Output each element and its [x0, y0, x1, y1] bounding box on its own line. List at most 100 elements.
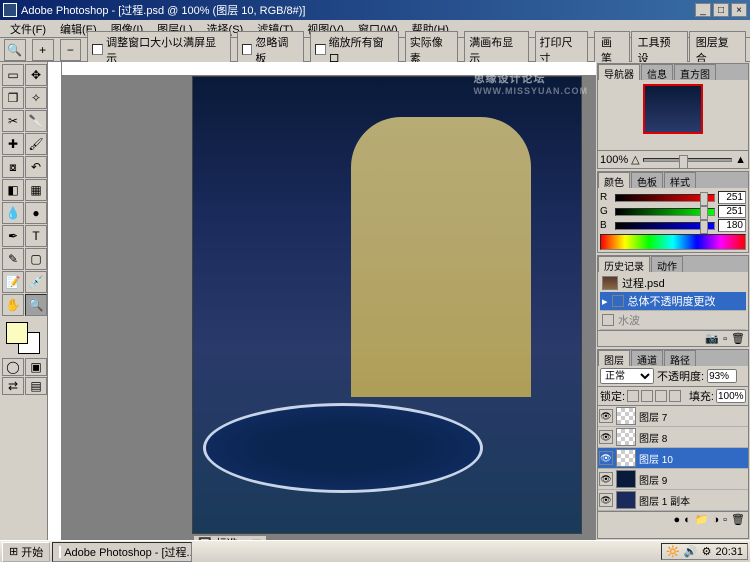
- taskbar: ⊞ 开始 Adobe Photoshop - [过程... 🔆 🔊 ⚙ 20:3…: [0, 540, 750, 562]
- stamp-tool[interactable]: ⧇: [2, 156, 24, 178]
- minimize-button[interactable]: _: [695, 3, 711, 17]
- navigator-thumbnail[interactable]: [643, 84, 703, 134]
- snapshot-thumb-icon: [602, 276, 618, 290]
- b-value[interactable]: 180: [718, 219, 746, 232]
- zoom-tool[interactable]: 🔍: [25, 294, 47, 316]
- color-swatch[interactable]: [2, 320, 45, 356]
- screenmode2-button[interactable]: ▤: [25, 377, 47, 395]
- screenmode-button[interactable]: ▣: [25, 358, 47, 376]
- trash-icon[interactable]: 🗑: [731, 332, 745, 345]
- r-value[interactable]: 251: [718, 191, 746, 204]
- blend-mode-select[interactable]: 正常: [600, 368, 654, 384]
- new-layer-icon[interactable]: ▫: [723, 514, 727, 526]
- visibility-icon[interactable]: 👁: [599, 472, 613, 486]
- r-slider[interactable]: [615, 194, 715, 202]
- tab-layers[interactable]: 图层: [598, 350, 630, 366]
- nav-zoom-value[interactable]: 100%: [600, 154, 628, 166]
- gradient-tool[interactable]: ▦: [25, 179, 47, 201]
- tab-info[interactable]: 信息: [641, 64, 673, 80]
- system-tray[interactable]: 🔆 🔊 ⚙ 20:31: [661, 543, 748, 560]
- document-canvas[interactable]: 🔲 标准 ◐ ▣: [192, 76, 582, 534]
- adjustment-icon[interactable]: ◑: [712, 514, 719, 526]
- zoom-out-button[interactable]: −: [60, 39, 82, 61]
- new-snapshot-icon[interactable]: 📷: [705, 332, 719, 345]
- layer-row[interactable]: 👁图层 8: [598, 427, 748, 448]
- brush-tool[interactable]: 🖌: [25, 133, 47, 155]
- tab-swatches[interactable]: 色板: [631, 172, 663, 188]
- layer-row[interactable]: 👁图层 9: [598, 469, 748, 490]
- notes-tool[interactable]: 📝: [2, 271, 24, 293]
- lock-all-icon[interactable]: [669, 390, 681, 402]
- path-tool[interactable]: ✒: [2, 225, 24, 247]
- eyedropper-tool[interactable]: 💉: [25, 271, 47, 293]
- dodge-tool[interactable]: ●: [25, 202, 47, 224]
- tray-icon[interactable]: ⚙: [702, 545, 712, 558]
- tray-icon[interactable]: 🔆: [666, 545, 680, 558]
- maximize-button[interactable]: □: [713, 3, 729, 17]
- opacity-input[interactable]: [707, 369, 737, 383]
- start-button[interactable]: ⊞ 开始: [2, 542, 50, 562]
- layer-mask-icon[interactable]: ◐: [684, 514, 691, 526]
- history-item[interactable]: 水波: [600, 311, 746, 330]
- new-doc-icon[interactable]: ▫: [723, 333, 727, 345]
- tray-icon[interactable]: 🔊: [684, 545, 698, 558]
- g-value[interactable]: 251: [718, 205, 746, 218]
- shape-tool[interactable]: ▢: [25, 248, 47, 270]
- tab-color[interactable]: 颜色: [598, 172, 630, 188]
- fill-input[interactable]: [716, 389, 746, 403]
- hand-tool[interactable]: ✋: [2, 294, 24, 316]
- lock-paint-icon[interactable]: [641, 390, 653, 402]
- lasso-tool[interactable]: ❐: [2, 87, 24, 109]
- color-spectrum[interactable]: [600, 234, 746, 250]
- zoom-in-button[interactable]: +: [32, 39, 54, 61]
- layer-row[interactable]: 👁图层 10: [598, 448, 748, 469]
- history-item[interactable]: ▸ 总体不透明度更改: [600, 292, 746, 311]
- taskbar-app-button[interactable]: Adobe Photoshop - [过程...: [52, 542, 192, 562]
- tab-navigator[interactable]: 导航器: [598, 64, 640, 80]
- blur-tool[interactable]: 💧: [2, 202, 24, 224]
- move-tool[interactable]: ✥: [25, 64, 47, 86]
- close-button[interactable]: ×: [731, 3, 747, 17]
- marquee-tool[interactable]: ▭: [2, 64, 24, 86]
- foreground-color[interactable]: [6, 322, 28, 344]
- imageready-button[interactable]: ⇄: [2, 377, 24, 395]
- delete-layer-icon[interactable]: 🗑: [731, 513, 745, 526]
- zoom-in-icon[interactable]: ▲: [735, 154, 746, 166]
- visibility-icon[interactable]: 👁: [599, 430, 613, 444]
- history-panel: 历史记录 动作 过程.psd ▸ 总体不透明度更改 水波 📷: [597, 255, 749, 347]
- zoom-out-icon[interactable]: △: [631, 153, 639, 166]
- lock-position-icon[interactable]: [655, 390, 667, 402]
- b-slider[interactable]: [615, 222, 715, 230]
- layer-row[interactable]: 👁图层 1 副本: [598, 490, 748, 511]
- tab-paths[interactable]: 路径: [664, 350, 696, 366]
- eraser-tool[interactable]: ◧: [2, 179, 24, 201]
- panels: 导航器 信息 直方图 100% △ ▲ 颜色 色板 样式 R251 G: [596, 62, 750, 540]
- quickmask-button[interactable]: ◯: [2, 358, 24, 376]
- new-set-icon[interactable]: 📁: [695, 513, 709, 526]
- magic-wand-tool[interactable]: ✧: [25, 87, 47, 109]
- tab-styles[interactable]: 样式: [664, 172, 696, 188]
- tab-channels[interactable]: 通道: [631, 350, 663, 366]
- crop-tool[interactable]: ✂: [2, 110, 24, 132]
- history-brush-tool[interactable]: ↶: [25, 156, 47, 178]
- menu-file[interactable]: 文件(F): [4, 20, 52, 38]
- slice-tool[interactable]: 🔪: [25, 110, 47, 132]
- layer-style-icon[interactable]: ●: [673, 514, 680, 526]
- tab-histogram[interactable]: 直方图: [674, 64, 716, 80]
- layer-row[interactable]: 👁图层 7: [598, 406, 748, 427]
- healing-tool[interactable]: ✚: [2, 133, 24, 155]
- canvas-area[interactable]: 🔲 标准 ◐ ▣ 思缘设计论坛 WWW.MISSYUAN.COM: [62, 62, 596, 540]
- pen-tool[interactable]: ✎: [2, 248, 24, 270]
- tab-history[interactable]: 历史记录: [598, 256, 650, 272]
- tool-preset-picker[interactable]: 🔍: [4, 39, 26, 61]
- nav-zoom-slider[interactable]: [643, 158, 733, 162]
- options-bar: 🔍 + − 调整窗口大小以满屏显示 忽略调板 缩放所有窗口 实际像素 满画布显示…: [0, 38, 750, 62]
- visibility-icon[interactable]: 👁: [599, 409, 613, 423]
- type-tool[interactable]: T: [25, 225, 47, 247]
- lock-transparency-icon[interactable]: [627, 390, 639, 402]
- g-slider[interactable]: [615, 208, 715, 216]
- history-snapshot[interactable]: 过程.psd: [600, 274, 746, 292]
- visibility-icon[interactable]: 👁: [599, 493, 613, 507]
- tab-actions[interactable]: 动作: [651, 256, 683, 272]
- visibility-icon[interactable]: 👁: [599, 451, 613, 465]
